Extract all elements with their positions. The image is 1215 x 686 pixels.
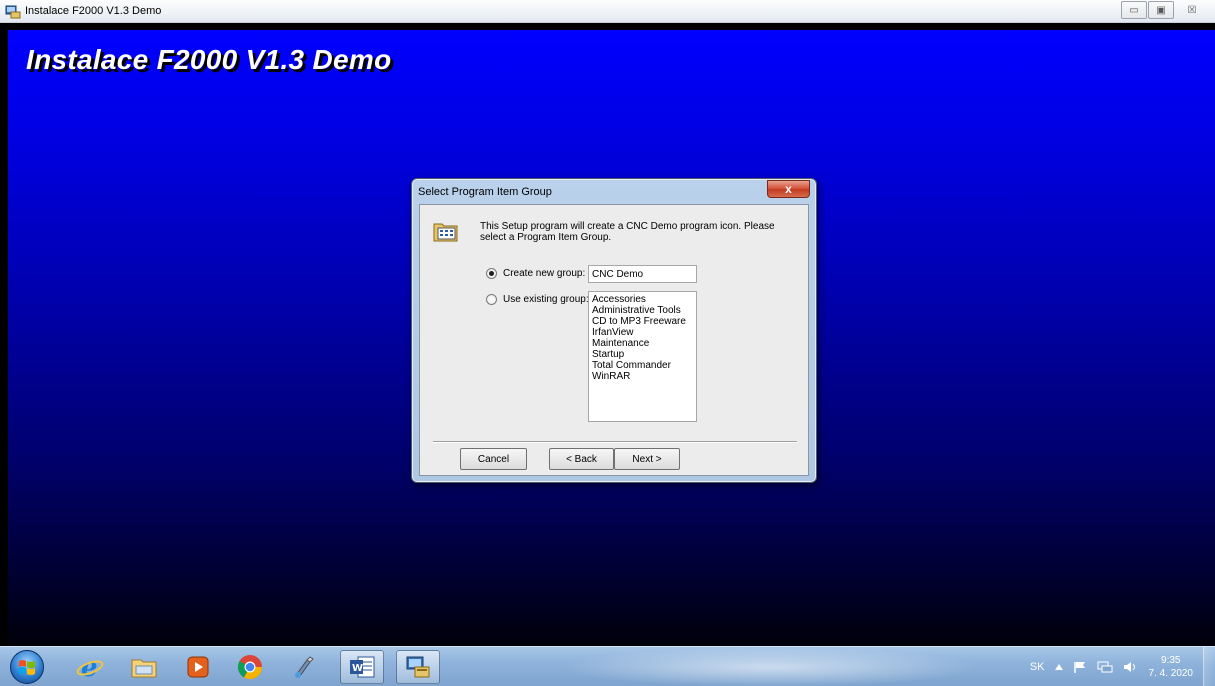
internet-explorer-taskbar-button[interactable]: e xyxy=(68,650,112,684)
program-group-folder-icon xyxy=(433,223,458,242)
installer-heading: Instalace F2000 V1.3 Demo xyxy=(26,44,392,75)
media-player-icon xyxy=(187,656,209,678)
use-existing-group-option[interactable]: Use existing group: xyxy=(486,294,589,305)
dialog-separator xyxy=(433,441,797,443)
paint-tool-taskbar-button[interactable] xyxy=(282,650,326,684)
show-hidden-icons-icon[interactable] xyxy=(1054,664,1063,670)
dialog-body: This Setup program will create a CNC Dem… xyxy=(419,204,809,476)
svg-text:e: e xyxy=(81,653,98,681)
dialog-close-button[interactable]: x xyxy=(767,180,810,198)
dialog-intro-text: This Setup program will create a CNC Dem… xyxy=(480,221,775,243)
start-button[interactable] xyxy=(10,650,44,684)
show-desktop-button[interactable] xyxy=(1203,647,1215,686)
paint-tool-icon xyxy=(295,656,314,678)
media-player-taskbar-button[interactable] xyxy=(176,650,220,684)
list-item[interactable]: Accessories xyxy=(592,294,693,305)
internet-explorer-icon: e xyxy=(76,653,104,681)
list-item[interactable]: Maintenance xyxy=(592,338,693,349)
next-button[interactable]: Next > xyxy=(614,448,680,470)
window-title: Instalace F2000 V1.3 Demo xyxy=(25,5,162,17)
cancel-button[interactable]: Cancel xyxy=(460,448,527,470)
minimize-button[interactable]: ▭ xyxy=(1121,1,1147,19)
list-item[interactable]: Startup xyxy=(592,349,693,360)
existing-groups-listbox[interactable]: Accessories Administrative Tools CD to M… xyxy=(588,291,697,422)
folder-icon xyxy=(131,659,157,678)
chrome-taskbar-button[interactable] xyxy=(228,650,272,684)
use-existing-group-label: Use existing group: xyxy=(503,294,589,305)
taskbar-glow xyxy=(560,647,980,686)
taskbar: e W SK 9:35 7. 4. 2020 xyxy=(0,646,1215,686)
dialog-title: Select Program Item Group xyxy=(418,186,552,198)
chrome-icon xyxy=(237,655,262,680)
window-titlebar: Instalace F2000 V1.3 Demo ▭ ▣ ☒ xyxy=(0,0,1215,23)
setup-program-icon xyxy=(406,656,430,678)
list-item[interactable]: WinRAR xyxy=(592,371,693,382)
network-icon[interactable] xyxy=(1097,661,1113,673)
word-taskbar-button[interactable]: W xyxy=(340,650,384,684)
volume-icon[interactable] xyxy=(1123,661,1139,673)
create-new-group-option[interactable]: Create new group: xyxy=(486,268,585,279)
window-controls: ▭ ▣ ☒ xyxy=(1121,1,1209,19)
file-explorer-taskbar-button[interactable] xyxy=(122,650,166,684)
setup-program-taskbar-button[interactable] xyxy=(396,650,440,684)
list-item[interactable]: Administrative Tools xyxy=(592,305,693,316)
setup-app-icon xyxy=(5,5,21,19)
clock-time: 9:35 xyxy=(1161,655,1181,666)
clock[interactable]: 9:35 7. 4. 2020 xyxy=(1149,654,1193,680)
list-item[interactable]: CD to MP3 Freeware xyxy=(592,316,693,327)
select-program-group-dialog: Select Program Item Group x This Setup p… xyxy=(411,178,817,483)
use-existing-group-radio[interactable] xyxy=(486,294,497,305)
list-item[interactable]: Total Commander xyxy=(592,360,693,371)
svg-text:W: W xyxy=(352,663,363,674)
list-item[interactable]: IrfanView xyxy=(592,327,693,338)
windows-logo-icon xyxy=(19,660,35,675)
back-button[interactable]: < Back xyxy=(549,448,614,470)
new-group-name-input[interactable]: CNC Demo xyxy=(588,265,697,283)
create-new-group-radio[interactable] xyxy=(486,268,497,279)
maximize-button[interactable]: ▣ xyxy=(1148,1,1174,19)
language-indicator[interactable]: SK xyxy=(1030,661,1045,673)
word-icon: W xyxy=(350,656,375,678)
clock-date: 7. 4. 2020 xyxy=(1148,668,1193,679)
system-tray: SK 9:35 7. 4. 2020 xyxy=(1030,647,1193,686)
window-close-button[interactable]: ☒ xyxy=(1175,1,1209,19)
create-new-group-label: Create new group: xyxy=(503,268,586,279)
action-center-flag-icon[interactable] xyxy=(1073,661,1087,673)
